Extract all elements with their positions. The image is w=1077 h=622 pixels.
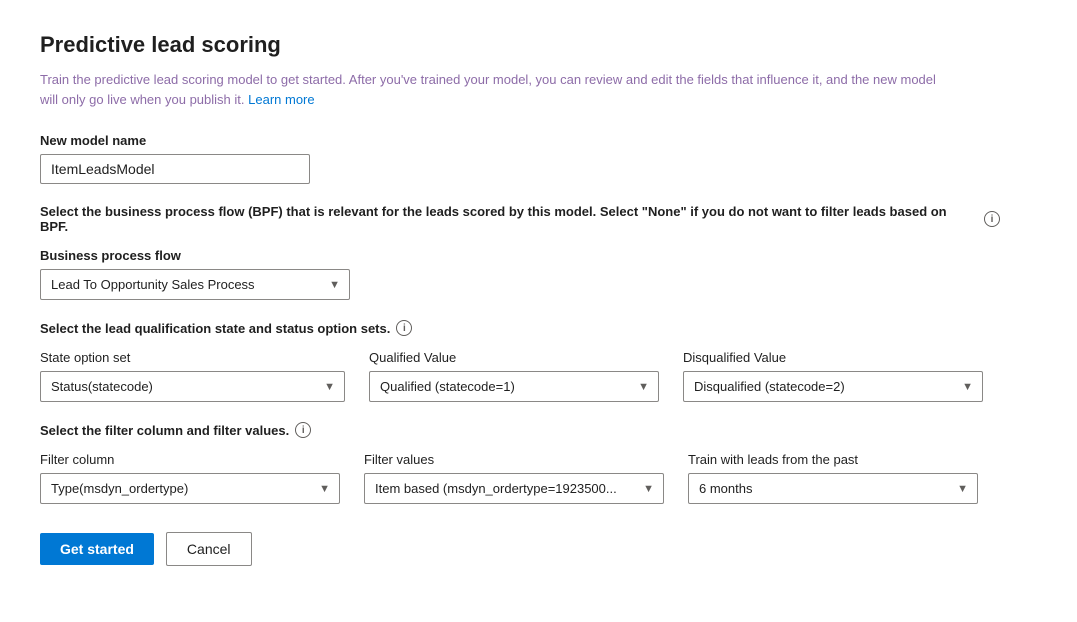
qualification-instruction-text: Select the lead qualification state and … [40,320,1000,336]
disqualified-value-wrapper: Disqualified (statecode=2) ▼ [683,371,983,402]
filter-values-dropdown[interactable]: Item based (msdyn_ordertype=1923500... [364,473,664,504]
description-part1: Train the predictive lead scoring model … [40,72,936,107]
model-name-label: New model name [40,133,1037,148]
filter-values-wrapper: Item based (msdyn_ordertype=1923500... ▼ [364,473,664,504]
filter-instruction-text: Select the filter column and filter valu… [40,422,1000,438]
filter-info-icon: i [295,422,311,438]
filter-column-dropdown[interactable]: Type(msdyn_ordertype) [40,473,340,504]
model-name-section: New model name [40,133,1037,184]
state-option-label: State option set [40,350,345,365]
train-leads-wrapper: 3 months 6 months 12 months ▼ [688,473,978,504]
state-option-col: State option set Status(statecode) ▼ [40,350,345,402]
train-leads-dropdown[interactable]: 3 months 6 months 12 months [688,473,978,504]
qualification-instruction-span: Select the lead qualification state and … [40,321,390,336]
button-row: Get started Cancel [40,532,1037,566]
model-name-input[interactable] [40,154,310,184]
filter-values-col: Filter values Item based (msdyn_ordertyp… [364,452,664,504]
qualification-section: Select the lead qualification state and … [40,320,1037,402]
train-leads-label: Train with leads from the past [688,452,978,467]
get-started-button[interactable]: Get started [40,533,154,565]
train-leads-col: Train with leads from the past 3 months … [688,452,978,504]
qualification-columns: State option set Status(statecode) ▼ Qua… [40,350,1037,402]
state-option-dropdown[interactable]: Status(statecode) [40,371,345,402]
page-container: Predictive lead scoring Train the predic… [0,0,1077,606]
filter-column-wrapper: Type(msdyn_ordertype) ▼ [40,473,340,504]
bpf-info-icon: i [984,211,1000,227]
qualified-value-col: Qualified Value Qualified (statecode=1) … [369,350,659,402]
filter-values-label: Filter values [364,452,664,467]
description-text: Train the predictive lead scoring model … [40,70,940,109]
state-option-wrapper: Status(statecode) ▼ [40,371,345,402]
bpf-dropdown[interactable]: None Lead To Opportunity Sales Process [40,269,350,300]
qualified-value-wrapper: Qualified (statecode=1) ▼ [369,371,659,402]
page-title: Predictive lead scoring [40,32,1037,58]
qualification-info-icon: i [396,320,412,336]
qualified-value-dropdown[interactable]: Qualified (statecode=1) [369,371,659,402]
bpf-label: Business process flow [40,248,1037,263]
cancel-button[interactable]: Cancel [166,532,252,566]
bpf-instruction-text: Select the business process flow (BPF) t… [40,204,1000,234]
bpf-field-section: Business process flow None Lead To Oppor… [40,248,1037,300]
bpf-instruction-span: Select the business process flow (BPF) t… [40,204,978,234]
filter-section: Select the filter column and filter valu… [40,422,1037,504]
disqualified-value-label: Disqualified Value [683,350,983,365]
learn-more-link[interactable]: Learn more [248,92,314,107]
filter-columns: Filter column Type(msdyn_ordertype) ▼ Fi… [40,452,1037,504]
qualified-value-label: Qualified Value [369,350,659,365]
disqualified-value-col: Disqualified Value Disqualified (stateco… [683,350,983,402]
bpf-dropdown-wrapper: None Lead To Opportunity Sales Process ▼ [40,269,350,300]
filter-column-col: Filter column Type(msdyn_ordertype) ▼ [40,452,340,504]
filter-column-label: Filter column [40,452,340,467]
filter-instruction-span: Select the filter column and filter valu… [40,423,289,438]
bpf-section: Select the business process flow (BPF) t… [40,204,1037,300]
disqualified-value-dropdown[interactable]: Disqualified (statecode=2) [683,371,983,402]
